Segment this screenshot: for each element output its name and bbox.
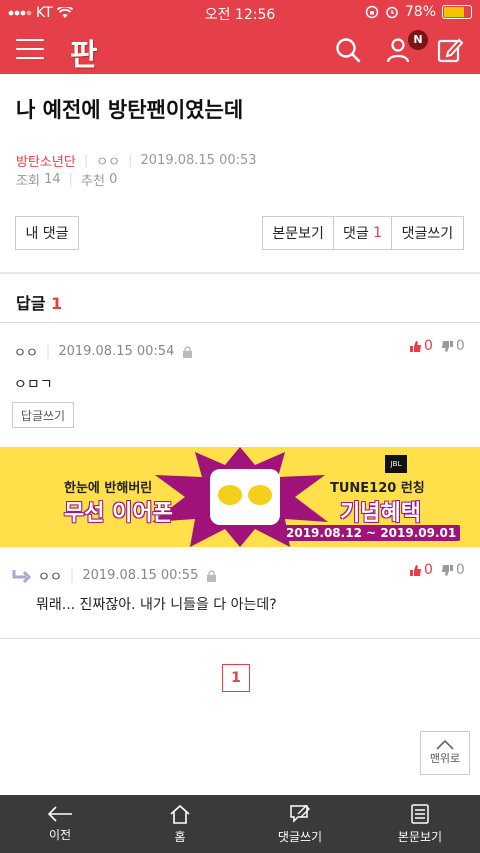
tab-write-comment[interactable]: 댓글쓰기 [240,795,360,853]
thumbs-up-icon[interactable] [409,340,422,353]
recommend-count: 0 [109,172,118,187]
dislike-count: 0 [455,338,465,354]
comment-meta: ㅇㅇ | 2019.08.15 00:54 [14,342,193,361]
comment-author: ㅇㅇ [14,346,38,361]
views-count: 14 [44,172,61,187]
app-header: 판 N [0,26,480,74]
lock-icon [183,345,193,358]
recommend-label: 추천 [81,174,105,189]
dislike-count: 0 [455,562,465,578]
tab-view-post-label: 본문보기 [397,829,443,844]
thumbs-up-icon[interactable] [409,564,422,577]
notification-badge: N [408,30,428,50]
battery-icon [442,5,472,19]
like-count: 0 [424,562,433,578]
comments-button[interactable]: 댓글 1 [334,217,392,249]
tab-write-comment-label: 댓글쓰기 [277,829,323,844]
tab-home[interactable]: 홈 [120,795,240,853]
page-number[interactable]: 1 [222,664,250,692]
search-icon[interactable] [334,36,362,64]
banner-dates: 2019.08.12 ~ 2019.09.01 [282,525,461,541]
write-comment-button[interactable]: 댓글쓰기 [392,217,463,249]
scroll-top-label: 맨위로 [429,752,461,765]
replies-heading: 답글 1 [16,290,62,314]
alarm-icon [386,6,398,19]
logo[interactable]: 판 [70,30,98,74]
post-title: 나 예전에 방탄팬이였는데 [16,98,244,122]
battery-percent: 78% [404,4,436,20]
post-action-group: 본문보기 댓글 1 댓글쓰기 [262,216,464,250]
post-meta: 방탄소년단 | ㅇㅇ | 2019.08.15 00:53 [16,151,257,170]
document-icon [411,803,429,824]
my-comments-button[interactable]: 내 댓글 [15,216,79,250]
thumbs-down-icon[interactable] [441,340,454,353]
home-icon [170,804,190,824]
post-date: 2019.08.15 00:53 [140,153,257,168]
banner-line4: 기념혜택 [340,501,421,526]
tab-view-post[interactable]: 본문보기 [360,795,480,853]
lock-icon [207,569,217,582]
banner-line2: 무선 이어폰 [64,501,173,526]
post-stats: 조회 14 | 추천 0 [16,172,118,189]
comment-votes: 0 0 [409,338,465,354]
comments-label: 댓글 [342,226,369,242]
brand-logo: JBL [385,455,407,473]
comment-text: ㅇㅁㄱ [14,377,53,393]
replies-count: 1 [51,294,63,313]
banner-line1: 한눈에 반해버린 [64,481,153,496]
tab-home-label: 홈 [174,829,186,844]
replies-label: 답글 [16,294,46,313]
chevron-up-icon [436,740,454,750]
thumbs-down-icon[interactable] [441,564,454,577]
tab-back-label: 이전 [48,827,72,842]
write-icon[interactable] [436,36,464,64]
reply-arrow-icon [12,569,32,583]
like-count: 0 [424,338,433,354]
menu-icon[interactable] [16,39,44,61]
ad-banner[interactable]: 한눈에 반해버린 무선 이어폰 TUNE120 런칭 기념혜택 2019.08.… [0,447,480,547]
comment-meta: ㅇㅇ | 2019.08.15 00:55 [12,566,217,585]
reply-button[interactable]: 답글쓰기 [12,402,74,428]
tab-back[interactable]: 이전 [0,795,120,853]
comment-write-icon [290,804,310,823]
comment-votes: 0 0 [409,562,465,578]
comment-author: ㅇㅇ [38,570,62,585]
scroll-top-button[interactable]: 맨위로 [420,731,470,775]
views-label: 조회 [16,174,40,189]
back-arrow-icon [47,805,72,822]
bottom-tabbar: 이전 홈 댓글쓰기 본문보기 [0,795,480,853]
view-post-button[interactable]: 본문보기 [263,217,335,249]
comments-count: 1 [373,225,383,241]
status-bar: KT 오전 12:56 78% [0,0,480,26]
post-author: ㅇㅇ [96,155,121,170]
post-category[interactable]: 방탄소년단 [16,151,76,170]
comment-date: 2019.08.15 00:55 [82,568,199,583]
rotation-lock-icon [365,5,379,19]
banner-line3: TUNE120 런칭 [330,481,425,496]
comment-text: 뭐래... 진짜잖아. 내가 니들을 다 아는데? [36,597,277,613]
comment-date: 2019.08.15 00:54 [58,344,175,359]
